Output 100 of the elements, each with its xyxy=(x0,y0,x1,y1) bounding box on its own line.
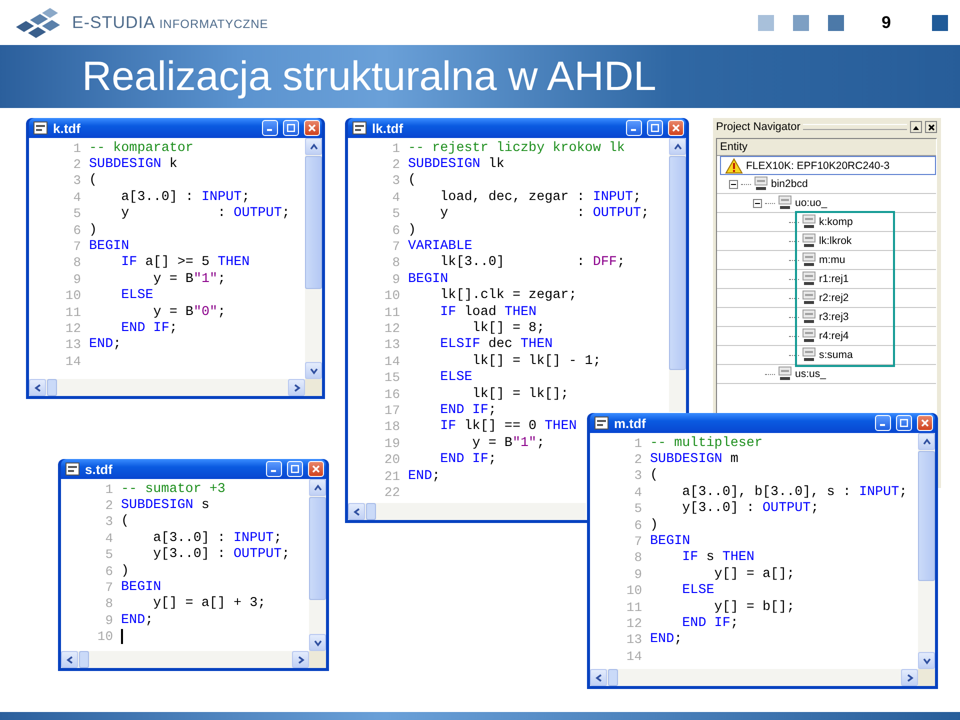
line-number: 13 xyxy=(383,337,400,352)
scroll-left-button[interactable] xyxy=(61,651,78,668)
line-number: 22 xyxy=(383,484,400,500)
line-number: 5 xyxy=(72,206,81,222)
file-icon xyxy=(802,347,816,363)
chevron-up-icon xyxy=(312,482,322,492)
scroll-thumb[interactable] xyxy=(79,651,89,668)
line-number: 14 xyxy=(383,354,400,369)
horizontal-scrollbar[interactable] xyxy=(61,651,309,668)
scroll-up-button[interactable] xyxy=(918,433,935,450)
line-number: 7 xyxy=(633,534,642,550)
close-button[interactable] xyxy=(925,121,937,133)
tree-item[interactable]: lk:lkrok xyxy=(717,232,936,251)
code-line: ) xyxy=(408,222,416,238)
line-number: 6 xyxy=(72,222,81,238)
tree-item[interactable]: r2:rej2 xyxy=(717,289,936,308)
scroll-up-button[interactable] xyxy=(669,138,686,155)
chevron-down-icon xyxy=(308,366,318,376)
scroll-thumb[interactable] xyxy=(918,451,935,581)
chevron-right-icon xyxy=(296,654,306,664)
code-line: ( xyxy=(650,468,658,484)
maximize-button[interactable] xyxy=(647,120,663,136)
code-line: END IF; xyxy=(120,320,178,336)
line-number: 5 xyxy=(391,206,400,222)
scroll-down-button[interactable] xyxy=(305,362,322,379)
horizontal-scrollbar[interactable] xyxy=(29,379,305,396)
line-number: 10 xyxy=(383,288,400,304)
brand-subtitle: INFORMATYCZNE xyxy=(159,16,268,30)
scroll-down-button[interactable] xyxy=(918,652,935,669)
scroll-thumb[interactable] xyxy=(47,379,57,396)
tree-item[interactable]: r3:rej3 xyxy=(717,308,936,327)
tree-item[interactable]: uo:uo_ xyxy=(717,194,936,213)
scroll-down-button[interactable] xyxy=(309,634,326,651)
minimize-button[interactable] xyxy=(875,415,891,431)
minimize-button[interactable] xyxy=(626,120,642,136)
vertical-scrollbar[interactable] xyxy=(305,138,322,379)
device-row[interactable]: FLEX10K: EPF10K20RC240-3 xyxy=(720,156,936,175)
scroll-up-button[interactable] xyxy=(309,479,326,496)
minimize-button[interactable] xyxy=(266,461,282,477)
file-icon xyxy=(754,176,768,192)
resize-grip[interactable] xyxy=(305,379,322,396)
horizontal-scrollbar[interactable] xyxy=(348,503,586,520)
column-header[interactable]: Entity xyxy=(717,139,936,156)
expander-icon[interactable] xyxy=(753,198,762,208)
tree-item[interactable]: us:us_ xyxy=(717,365,936,384)
line-number: 2 xyxy=(391,157,400,172)
chevron-down-icon xyxy=(922,656,932,666)
scroll-right-button[interactable] xyxy=(292,651,309,668)
line-number: 11 xyxy=(383,304,400,320)
entity-label: bin2bcd xyxy=(771,178,808,190)
line-number: 18 xyxy=(383,419,400,434)
vertical-scrollbar[interactable] xyxy=(918,433,935,669)
scroll-right-button[interactable] xyxy=(901,669,918,686)
scroll-thumb[interactable] xyxy=(366,503,376,520)
code-line: VARIABLE xyxy=(408,239,472,254)
triangle-up-icon xyxy=(913,124,919,130)
code-line: lk[].clk = zegar; xyxy=(439,288,577,304)
maximize-button[interactable] xyxy=(287,461,303,477)
code-line: BEGIN xyxy=(89,239,130,254)
expander-icon[interactable] xyxy=(729,180,738,188)
line-number: 8 xyxy=(391,255,400,270)
maximize-button[interactable] xyxy=(283,120,299,136)
resize-grip[interactable] xyxy=(918,669,935,686)
device-label: FLEX10K: EPF10K20RC240-3 xyxy=(746,160,890,172)
code-line: y[3..0] : OUTPUT; xyxy=(681,501,819,516)
scroll-left-button[interactable] xyxy=(590,669,607,686)
chevron-up-icon xyxy=(672,142,682,152)
line-number: 1 xyxy=(391,140,400,156)
tree-item[interactable]: r1:rej1 xyxy=(717,270,936,289)
tree-item[interactable]: r4:rej4 xyxy=(717,327,936,346)
scroll-thumb[interactable] xyxy=(309,497,326,600)
vertical-scrollbar[interactable] xyxy=(669,138,686,412)
scroll-left-button[interactable] xyxy=(29,379,46,396)
entity-label: r2:rej2 xyxy=(819,292,849,304)
tree-item[interactable]: m:mu xyxy=(717,251,936,270)
chevron-down-icon xyxy=(312,638,322,648)
scroll-right-button[interactable] xyxy=(288,379,305,396)
vertical-scrollbar[interactable] xyxy=(309,479,326,651)
resize-grip[interactable] xyxy=(309,651,326,668)
close-icon xyxy=(672,124,680,132)
tree-item[interactable]: k:komp xyxy=(717,213,936,232)
page-number: 9 xyxy=(882,12,891,32)
tree-item[interactable]: bin2bcd xyxy=(717,175,936,194)
chevron-left-icon xyxy=(64,654,74,664)
scroll-thumb[interactable] xyxy=(669,156,686,370)
scroll-thumb[interactable] xyxy=(608,669,618,686)
horizontal-scrollbar[interactable] xyxy=(590,669,918,686)
line-number: 11 xyxy=(64,304,81,320)
code-line: y[] = a[] + 3; xyxy=(152,596,266,612)
scroll-up-button[interactable] xyxy=(305,138,322,155)
minimize-button[interactable] xyxy=(262,120,278,136)
entity-label: m:mu xyxy=(819,254,846,266)
line-number: 17 xyxy=(383,402,400,418)
entity-label: s:suma xyxy=(819,349,853,361)
panel-grip[interactable] xyxy=(803,124,907,130)
scroll-thumb[interactable] xyxy=(305,156,322,289)
scroll-left-button[interactable] xyxy=(348,503,365,520)
collapse-button[interactable] xyxy=(910,121,922,133)
tree-item[interactable]: s:suma xyxy=(717,346,936,365)
maximize-button[interactable] xyxy=(896,415,912,431)
